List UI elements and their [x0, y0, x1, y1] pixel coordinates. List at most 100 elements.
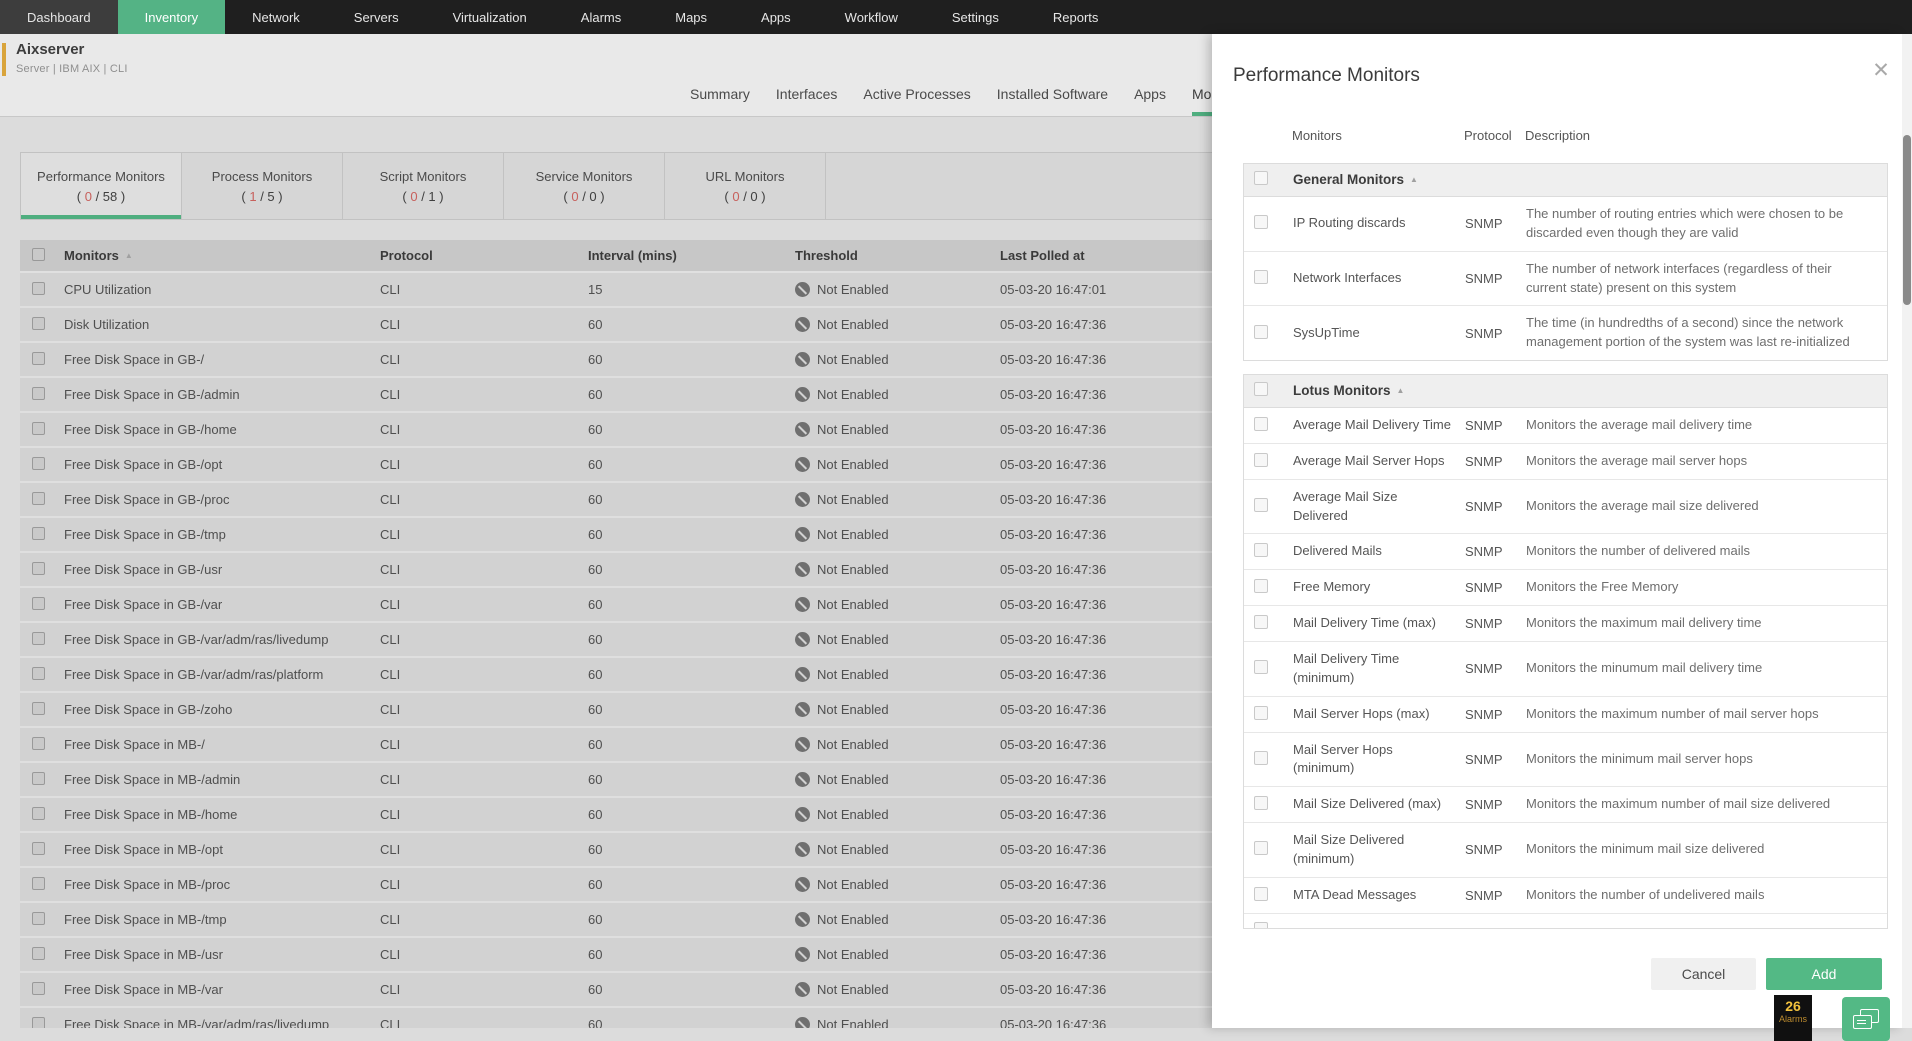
row-checkbox[interactable] [32, 316, 45, 330]
subtab-url-monitors[interactable]: URL Monitors ( 0 / 0 ) [665, 153, 826, 219]
monitor-checkbox[interactable] [1254, 452, 1268, 467]
monitor-option-protocol: SNMP [1465, 797, 1503, 813]
not-enabled-icon [795, 982, 810, 997]
threshold-cell: Not Enabled [795, 387, 1000, 402]
interval-cell: 60 [588, 632, 603, 647]
monitor-option-protocol: SNMP [1465, 887, 1503, 903]
not-enabled-icon [795, 632, 810, 647]
select-all-checkbox[interactable] [32, 247, 45, 261]
threshold-cell: Not Enabled [795, 947, 1000, 962]
monitor-checkbox[interactable] [1254, 579, 1268, 594]
page-scrollbar [1902, 34, 1912, 1028]
nav-item-apps[interactable]: Apps [734, 0, 818, 34]
subtab-process-monitors[interactable]: Process Monitors ( 1 / 5 ) [182, 153, 343, 219]
monitor-checkbox[interactable] [1254, 270, 1268, 285]
monitor-name-cell: Free Disk Space in MB-/home [64, 807, 238, 822]
interval-cell: 60 [588, 527, 603, 542]
monitor-name-cell: Free Disk Space in GB-/zoho [64, 702, 233, 717]
close-icon[interactable]: ✕ [1868, 58, 1894, 84]
monitor-option-row: Mail Size Delivered (minimum) SNMP Monitor… [1244, 823, 1887, 878]
row-checkbox[interactable] [32, 806, 45, 820]
row-checkbox[interactable] [32, 281, 45, 295]
nav-item-servers[interactable]: Servers [327, 0, 426, 34]
protocol-cell: CLI [380, 772, 401, 787]
nav-item-virtualization[interactable]: Virtualization [426, 0, 554, 34]
subtab-script-monitors[interactable]: Script Monitors ( 0 / 1 ) [343, 153, 504, 219]
protocol-cell: CLI [380, 282, 401, 297]
add-button[interactable]: Add [1766, 958, 1882, 990]
row-checkbox[interactable] [32, 736, 45, 750]
monitor-checkbox[interactable] [1254, 215, 1268, 230]
monitor-checkbox[interactable] [1254, 660, 1268, 675]
monitor-checkbox[interactable] [1254, 615, 1268, 630]
monitor-checkbox[interactable] [1254, 705, 1268, 720]
page-scrollbar-thumb[interactable] [1903, 135, 1911, 305]
monitor-checkbox[interactable] [1254, 796, 1268, 811]
monitor-checkbox[interactable] [1254, 886, 1268, 901]
monitor-name-cell: Free Disk Space in MB-/proc [64, 877, 231, 892]
nav-item-alarms[interactable]: Alarms [554, 0, 648, 34]
monitor-option-row: IP Routing discards SNMP The number of rou… [1244, 197, 1887, 252]
monitor-checkbox[interactable] [1254, 841, 1268, 856]
threshold-cell: Not Enabled [795, 317, 1000, 332]
row-checkbox[interactable] [32, 351, 45, 365]
subtab-label: Performance Monitors [37, 168, 165, 184]
not-enabled-icon [795, 877, 810, 892]
section-header-general-monitors[interactable]: General Monitors ▲ [1244, 164, 1887, 197]
interval-cell: 60 [588, 492, 603, 507]
row-checkbox[interactable] [32, 456, 45, 470]
row-checkbox[interactable] [32, 771, 45, 785]
threshold-status: Not Enabled [817, 1017, 889, 1028]
tab-apps[interactable]: Apps [1134, 86, 1166, 112]
row-checkbox[interactable] [32, 946, 45, 960]
row-checkbox[interactable] [32, 981, 45, 995]
tab-installed-software[interactable]: Installed Software [997, 86, 1108, 112]
row-checkbox[interactable] [32, 421, 45, 435]
nav-item-dashboard[interactable]: Dashboard [0, 0, 118, 34]
row-checkbox[interactable] [32, 911, 45, 925]
monitor-checkbox[interactable] [1254, 921, 1268, 928]
interval-cell: 60 [588, 772, 603, 787]
subtab-service-monitors[interactable]: Service Monitors ( 0 / 0 ) [504, 153, 665, 219]
monitor-checkbox[interactable] [1254, 750, 1268, 765]
row-checkbox[interactable] [32, 841, 45, 855]
nav-item-inventory[interactable]: Inventory [117, 0, 226, 34]
nav-item-network[interactable]: Network [225, 0, 327, 34]
threshold-cell: Not Enabled [795, 842, 1000, 857]
monitor-checkbox[interactable] [1254, 498, 1268, 513]
modal-column-protocol: Protocol [1464, 128, 1512, 143]
row-checkbox[interactable] [32, 526, 45, 540]
monitor-checkbox[interactable] [1254, 416, 1268, 431]
threshold-cell: Not Enabled [795, 737, 1000, 752]
row-checkbox[interactable] [32, 386, 45, 400]
row-checkbox[interactable] [32, 561, 45, 575]
nav-item-reports[interactable]: Reports [1026, 0, 1126, 34]
sort-asc-icon: ▲ [1396, 386, 1405, 396]
tab-active-processes[interactable]: Active Processes [863, 86, 970, 112]
row-checkbox[interactable] [32, 876, 45, 890]
section-checkbox[interactable] [1254, 170, 1268, 185]
nav-item-settings[interactable]: Settings [925, 0, 1026, 34]
protocol-cell: CLI [380, 562, 401, 577]
nav-item-maps[interactable]: Maps [648, 0, 734, 34]
row-checkbox[interactable] [32, 701, 45, 715]
interval-cell: 60 [588, 947, 603, 962]
subtab-performance-monitors[interactable]: Performance Monitors ( 0 / 58 ) [21, 153, 182, 219]
tab-summary[interactable]: Summary [690, 86, 750, 112]
monitor-option-protocol: SNMP [1465, 580, 1503, 596]
alarms-widget[interactable]: 26 Alarms [1774, 995, 1812, 1041]
nav-item-workflow[interactable]: Workflow [818, 0, 925, 34]
section-checkbox[interactable] [1254, 381, 1268, 396]
monitor-checkbox[interactable] [1254, 324, 1268, 339]
row-checkbox[interactable] [32, 491, 45, 505]
row-checkbox[interactable] [32, 596, 45, 610]
column-header-monitors[interactable]: Monitors ▲ [64, 248, 380, 263]
section-header-lotus-monitors[interactable]: Lotus Monitors ▲ [1244, 375, 1887, 409]
chat-button[interactable] [1842, 997, 1890, 1041]
monitor-checkbox[interactable] [1254, 543, 1268, 558]
cancel-button[interactable]: Cancel [1651, 958, 1756, 990]
row-checkbox[interactable] [32, 666, 45, 680]
tab-interfaces[interactable]: Interfaces [776, 86, 837, 112]
row-checkbox[interactable] [32, 1016, 45, 1028]
row-checkbox[interactable] [32, 631, 45, 645]
